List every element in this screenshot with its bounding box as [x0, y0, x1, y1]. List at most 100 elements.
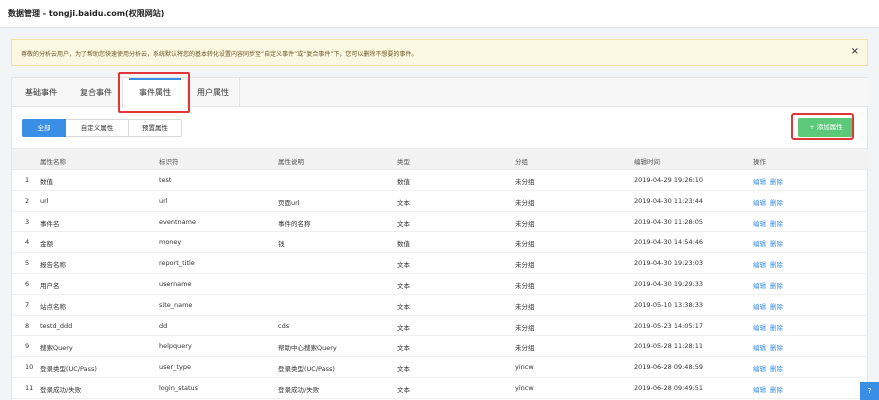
- property-edit-time: 2019-04-30 14:54:46: [634, 238, 704, 247]
- table-row: 4 金额 money 钱 数值 未分组 2019-04-30 14:54:46 编辑 删除: [12, 232, 869, 254]
- row-number: 1: [25, 176, 30, 184]
- notice-text: 尊敬的分析云用户，为了帮助您快速使用分析云，系统默认将您的基本转化设置内容同步至…: [21, 51, 418, 58]
- table-row: 8 testd_ddd dd cds 文本 未分组 2019-05-23 14:05:17 编…: [12, 316, 869, 337]
- edit-link[interactable]: 编辑: [753, 386, 766, 394]
- edit-link[interactable]: 编辑: [753, 303, 766, 311]
- edit-link[interactable]: 编辑: [753, 240, 766, 248]
- row-number: 8: [25, 321, 30, 330]
- table-header: 属性名称 标识符 属性说明 类型 分组 编辑时间 操作: [12, 148, 869, 170]
- property-edit-time: 2019-05-28 11:28:11: [634, 342, 704, 351]
- property-edit-time: 2019-06-28 09:48:59: [634, 363, 704, 372]
- property-identifier: login_status: [159, 383, 199, 392]
- property-edit-time: 2019-05-10 13:38:33: [634, 300, 704, 309]
- table-row: 3 事件名 eventname 事件的名称 文本 未分组 2019-04-30 11:28:…: [12, 212, 869, 233]
- header-type: 类型: [397, 158, 410, 166]
- property-group: 未分组: [515, 178, 535, 186]
- close-icon[interactable]: ×: [851, 46, 859, 57]
- notice-banner: 尊敬的分析云用户，为了帮助您快速使用分析云，系统默认将您的基本转化设置内容同步至…: [11, 39, 868, 66]
- row-actions: 编辑 删除: [753, 363, 787, 373]
- property-name: 事件名: [40, 219, 60, 228]
- highlight-box-add-button: [791, 113, 854, 140]
- table-row: 7 站点名称 site_name 文本 未分组 2019-05-10 13:38:33 编辑…: [12, 295, 869, 316]
- edit-link[interactable]: 编辑: [753, 178, 766, 186]
- property-description: 登录成功/失败: [278, 385, 320, 394]
- filter-all-button[interactable]: 全部: [22, 119, 66, 137]
- property-identifier: test: [159, 176, 172, 184]
- property-name: 金额: [40, 240, 53, 249]
- top-bar: 数据管理 - tongji.baidu.com(权限网站): [0, 0, 879, 28]
- delete-link[interactable]: 删除: [770, 365, 783, 373]
- table-row: 11 登录成功/失败 login_status 登录成功/失败 文本 yincw 2019-…: [12, 378, 869, 399]
- property-description: 登录类型(UC/Pass): [278, 365, 335, 374]
- property-type: 文本: [397, 365, 410, 374]
- delete-link[interactable]: 删除: [770, 386, 783, 394]
- tab-user-properties[interactable]: 用户属性: [188, 78, 240, 107]
- edit-link[interactable]: 编辑: [753, 282, 766, 290]
- row-actions: 编辑 删除: [753, 218, 787, 228]
- edit-link[interactable]: 编辑: [753, 344, 766, 352]
- delete-link[interactable]: 删除: [770, 261, 783, 269]
- highlight-box-tab: [118, 72, 190, 113]
- property-type: 文本: [397, 281, 410, 290]
- property-identifier: username: [159, 279, 192, 288]
- row-number: 7: [25, 300, 30, 309]
- delete-link[interactable]: 删除: [770, 344, 783, 352]
- delete-link[interactable]: 删除: [770, 282, 783, 290]
- delete-link[interactable]: 删除: [770, 178, 783, 186]
- edit-link[interactable]: 编辑: [753, 261, 766, 269]
- edit-link[interactable]: 编辑: [753, 324, 766, 332]
- delete-link[interactable]: 删除: [770, 324, 783, 332]
- row-number: 11: [25, 383, 34, 392]
- property-type: 文本: [397, 344, 410, 353]
- property-description: 页面url: [278, 198, 300, 207]
- tab-composite-events[interactable]: 复合事件: [70, 78, 122, 107]
- table-row: 2 url url 页面url 文本 未分组 2019-04-30 11:23:44 编辑 删除: [12, 191, 869, 212]
- edit-link[interactable]: 编辑: [753, 199, 766, 207]
- property-name: 登录成功/失败: [40, 385, 82, 394]
- row-actions: 编辑 删除: [753, 301, 787, 311]
- property-identifier: report_title: [159, 259, 195, 268]
- row-number: 9: [25, 342, 30, 351]
- property-type: 文本: [397, 261, 410, 270]
- property-edit-time: 2019-04-30 19:23:03: [634, 259, 704, 268]
- row-actions: 编辑 删除: [753, 238, 787, 248]
- filter-preset-button[interactable]: 预置属性: [128, 119, 182, 137]
- property-identifier: site_name: [159, 300, 193, 309]
- property-identifier: dd: [159, 321, 168, 330]
- table-row: 5 报告名称 report_title 文本 未分组 2019-04-30 19:23:0…: [12, 253, 869, 274]
- table-row: 10 登录类型(UC/Pass) user_type 登录类型(UC/Pass) 文本 y…: [12, 357, 869, 378]
- property-type: 数值: [397, 240, 410, 249]
- delete-link[interactable]: 删除: [770, 199, 783, 207]
- row-number: 3: [25, 217, 30, 226]
- property-identifier: user_type: [159, 363, 191, 372]
- row-number: 5: [25, 259, 30, 268]
- row-number: 10: [25, 363, 34, 372]
- delete-link[interactable]: 删除: [770, 303, 783, 311]
- edit-link[interactable]: 编辑: [753, 365, 766, 373]
- edit-link[interactable]: 编辑: [753, 220, 766, 228]
- delete-link[interactable]: 删除: [770, 240, 783, 248]
- tab-basic-events[interactable]: 基础事件: [12, 78, 70, 107]
- row-actions: 编辑 删除: [753, 342, 787, 352]
- property-edit-time: 2019-04-30 19:29:33: [634, 279, 704, 288]
- row-number: 2: [25, 196, 30, 205]
- header-description: 属性说明: [278, 158, 304, 166]
- header-name: 属性名称: [40, 158, 66, 166]
- header-edit-time: 编辑时间: [634, 158, 660, 166]
- property-edit-time: 2019-04-29 19:26:10: [634, 176, 704, 184]
- row-number: 4: [25, 238, 30, 247]
- property-name: 站点名称: [40, 302, 66, 311]
- header-group: 分组: [515, 158, 528, 166]
- row-actions: 编辑 删除: [753, 384, 787, 394]
- help-icon[interactable]: ?: [860, 382, 879, 400]
- property-edit-time: 2019-04-30 11:28:05: [634, 217, 704, 226]
- delete-link[interactable]: 删除: [770, 220, 783, 228]
- property-type: 文本: [397, 198, 410, 207]
- table-row: 1 数值 test 数值 未分组 2019-04-29 19:26:10 编辑 删除: [12, 170, 869, 191]
- filter-custom-button[interactable]: 自定义属性: [66, 119, 129, 137]
- property-group: 未分组: [515, 219, 535, 228]
- property-name: 报告名称: [40, 261, 66, 270]
- property-type: 文本: [397, 323, 410, 332]
- property-identifier: eventname: [159, 217, 196, 226]
- property-group: 未分组: [515, 344, 535, 353]
